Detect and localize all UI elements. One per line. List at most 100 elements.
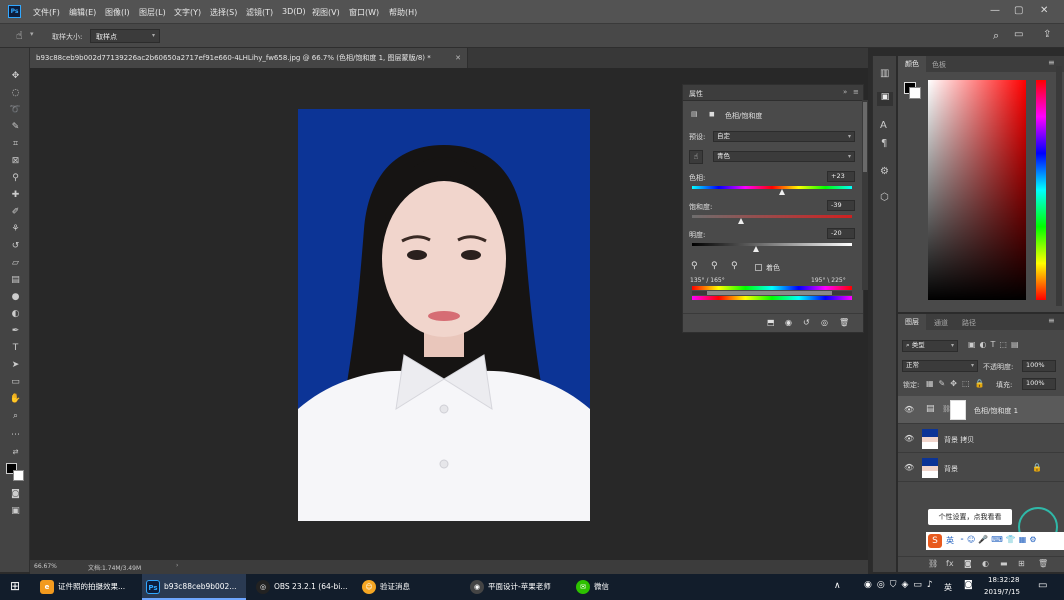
channel-select[interactable]: 青色 ▾: [713, 151, 855, 162]
colorize-checkbox[interactable]: [755, 264, 762, 271]
background-color-swatch[interactable]: [909, 87, 921, 99]
history-brush-tool-icon[interactable]: ↺: [9, 240, 22, 253]
crop-tool-icon[interactable]: ⌗: [9, 138, 22, 151]
more-tools-icon[interactable]: ⋯: [9, 429, 22, 442]
scrollbar-thumb[interactable]: [863, 102, 867, 172]
3d-icon[interactable]: ⬡: [880, 192, 889, 203]
layer-name[interactable]: 色相/饱和度 1: [974, 406, 1018, 416]
lightness-slider-thumb[interactable]: [753, 246, 759, 252]
menu-window[interactable]: 窗口(W): [349, 7, 379, 18]
move-tool-icon[interactable]: ✥: [9, 70, 22, 83]
color-panel-scrollbar[interactable]: [1056, 66, 1062, 306]
share-icon[interactable]: ⇪: [1043, 29, 1051, 40]
tray-app-icon[interactable]: ◙: [964, 580, 973, 590]
eye-icon[interactable]: 👁: [904, 434, 914, 443]
paragraph-icon[interactable]: ¶: [881, 138, 887, 149]
delete-icon[interactable]: 🗑: [839, 318, 849, 327]
sample-size-select[interactable]: 取样点 ▾: [90, 29, 160, 43]
hue-spectrum-slider[interactable]: [1036, 80, 1046, 300]
zoom-level[interactable]: 66.67%: [34, 563, 57, 570]
brush-tool-icon[interactable]: ✐: [9, 206, 22, 219]
menu-layer[interactable]: 图层(L): [139, 7, 166, 18]
sogou-icon[interactable]: S: [928, 534, 942, 548]
close-icon[interactable]: ✕: [1040, 5, 1048, 16]
tab-layers[interactable]: 图层: [898, 314, 926, 330]
layer-mask-thumbnail[interactable]: [950, 400, 966, 420]
dodge-tool-icon[interactable]: ◐: [9, 308, 22, 321]
fill-input[interactable]: 100%: [1022, 378, 1056, 390]
search-icon[interactable]: ⌕: [993, 29, 999, 43]
ime-lang[interactable]: 英: [946, 535, 954, 546]
tray-input-lang[interactable]: 英: [944, 582, 952, 593]
tab-close-icon[interactable]: ✕: [455, 48, 461, 68]
hue-input[interactable]: +23: [827, 171, 855, 182]
opacity-input[interactable]: 100%: [1022, 360, 1056, 372]
background-color-swatch[interactable]: [13, 470, 24, 481]
saturation-input[interactable]: -39: [827, 200, 855, 211]
screen-mode-icon[interactable]: ▣: [9, 505, 22, 518]
color-picker-field[interactable]: [928, 80, 1026, 300]
menu-type[interactable]: 文字(Y): [174, 7, 201, 18]
hue-slider-track[interactable]: [692, 186, 852, 189]
status-menu-arrow-icon[interactable]: ›: [176, 562, 178, 569]
view-previous-icon[interactable]: ◉: [785, 318, 792, 327]
gradient-tool-icon[interactable]: ▤: [9, 274, 22, 287]
menu-filter[interactable]: 滤镜(T): [246, 7, 273, 18]
tab-channels[interactable]: 通道: [934, 318, 948, 328]
hue-slider-thumb[interactable]: [779, 189, 786, 195]
zoom-tool-icon[interactable]: ⌕: [9, 410, 22, 423]
panel-menu-icon[interactable]: ≡: [1048, 58, 1055, 67]
layer-thumbnail[interactable]: [922, 429, 938, 449]
eyedropper-icon[interactable]: ⚲: [691, 261, 698, 271]
tab-swatches[interactable]: 色板: [932, 60, 946, 70]
menu-3d[interactable]: 3D(D): [282, 7, 306, 16]
path-selection-tool-icon[interactable]: ➤: [9, 359, 22, 372]
clock-date[interactable]: 2019/7/15: [984, 588, 1020, 596]
eyedropper-add-icon[interactable]: ⚲: [711, 261, 718, 271]
windows-start-icon[interactable]: ⊞: [10, 579, 20, 593]
eye-icon[interactable]: 👁: [904, 463, 914, 472]
link-layers-icon[interactable]: ⛓: [928, 559, 938, 568]
panel-menu-icon[interactable]: ≡: [1048, 316, 1055, 325]
clip-to-layer-icon[interactable]: ⬒: [767, 318, 775, 327]
frame-tool-icon[interactable]: ⊠: [9, 155, 22, 168]
layer-thumbnail[interactable]: [922, 458, 938, 478]
taskbar-item[interactable]: e 证件照的拍摄效果...: [36, 574, 140, 600]
saturation-slider-track[interactable]: [692, 215, 852, 218]
fx-icon[interactable]: fx: [946, 559, 954, 568]
visibility-icon[interactable]: ◎: [821, 318, 828, 327]
menu-image[interactable]: 图像(I): [105, 7, 130, 18]
mask-icon[interactable]: ◼: [709, 110, 715, 118]
maximize-icon[interactable]: ▢: [1014, 5, 1023, 16]
menu-edit[interactable]: 编辑(E): [69, 7, 96, 18]
lock-options-icons[interactable]: ▦✎✥⬚🔒: [926, 379, 989, 388]
taskbar-item[interactable]: ☺ 验证消息: [358, 574, 462, 600]
layer-filter-select[interactable]: ⌕ 类型 ▾: [902, 340, 958, 352]
menu-help[interactable]: 帮助(H): [389, 7, 417, 18]
range-selection[interactable]: [707, 291, 832, 295]
taskbar-item[interactable]: ◉ 平面设计-苹果老师: [466, 574, 570, 600]
ime-toolbar[interactable]: S 英 ⁃☺🎤⌨👕▦⚙: [926, 532, 1064, 550]
eye-icon[interactable]: 👁: [904, 405, 914, 414]
eyedropper-tool-icon[interactable]: ⚲: [9, 172, 22, 185]
tray-icons[interactable]: ◉◎⛉◈▭♪: [864, 580, 938, 590]
properties-tab[interactable]: 属性: [689, 89, 703, 99]
ime-tool-icons[interactable]: ⁃☺🎤⌨👕▦⚙: [960, 535, 1040, 544]
add-mask-icon[interactable]: ◙: [964, 559, 972, 568]
quick-mask-icon[interactable]: ◙: [9, 488, 22, 501]
hand-tool-icon[interactable]: ☝: [16, 29, 23, 42]
lightness-slider-track[interactable]: [692, 243, 852, 246]
tool-presets-icon[interactable]: ⚙: [880, 166, 889, 177]
properties-scrollbar[interactable]: [862, 100, 868, 290]
lasso-tool-icon[interactable]: ➰: [9, 104, 22, 117]
lightness-input[interactable]: -20: [827, 228, 855, 239]
hand-tool-icon[interactable]: ✋: [9, 393, 22, 406]
eraser-tool-icon[interactable]: ▱: [9, 257, 22, 270]
menu-select[interactable]: 选择(S): [210, 7, 237, 18]
type-tool-icon[interactable]: T: [9, 342, 22, 355]
blur-tool-icon[interactable]: ●: [9, 291, 22, 304]
character-icon[interactable]: A: [880, 120, 887, 131]
layer-filter-icons[interactable]: ▣◐T⬚▤: [968, 340, 1023, 349]
tool-preset-chevron-icon[interactable]: ▾: [30, 30, 34, 38]
notification-icon[interactable]: ▭: [1038, 580, 1047, 591]
